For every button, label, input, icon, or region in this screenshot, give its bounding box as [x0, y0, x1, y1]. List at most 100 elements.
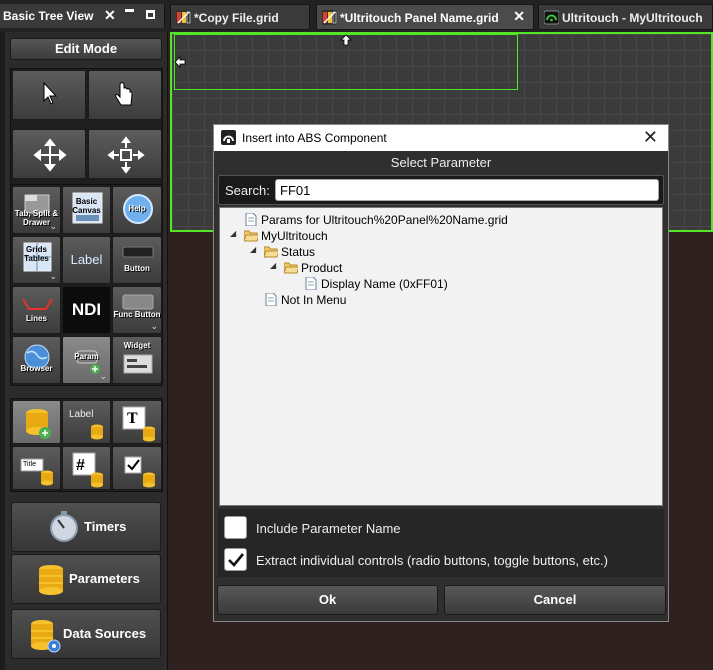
- tab-ultritouch-panel-name[interactable]: *Ultritouch Panel Name.grid ✕: [316, 4, 534, 30]
- tab-label: *Ultritouch Panel Name.grid: [340, 11, 499, 25]
- tab-label: Ultritouch - MyUltritouch: [562, 11, 703, 25]
- panel-restore-icon[interactable]: [146, 10, 155, 19]
- widget-button[interactable]: Widget: [112, 336, 162, 384]
- expanded-triangle-icon[interactable]: ◢: [230, 229, 236, 238]
- dialog-title: Insert into ABS Component: [242, 131, 387, 145]
- text-field-icon: T: [122, 406, 155, 442]
- grid-file-icon: [176, 10, 191, 25]
- number-field-icon: #: [72, 452, 103, 488]
- timers-button[interactable]: Timers: [11, 502, 161, 552]
- chevron-down-icon: ⌄: [49, 271, 57, 281]
- move-tool-button[interactable]: [12, 129, 86, 179]
- device-icon: [544, 10, 559, 25]
- search-row: Search:: [218, 175, 664, 205]
- svg-text:T: T: [127, 410, 138, 427]
- lines-caption: Lines: [26, 314, 47, 323]
- tool-panel: Edit Mode Tab, Split & Drawer ⌄ Basic Ca…: [0, 32, 168, 670]
- include-parameter-name-checkbox[interactable]: [224, 516, 247, 539]
- basic-canvas-caption: Basic Canvas: [72, 197, 101, 215]
- resize-tool-button[interactable]: [88, 129, 162, 179]
- tab-close-icon[interactable]: ✕: [513, 8, 525, 25]
- basic-canvas-button[interactable]: Basic Canvas: [62, 186, 111, 234]
- database-icon: [26, 409, 51, 439]
- pointer-tools: [10, 68, 163, 188]
- checkmark-icon: [228, 553, 245, 567]
- parameters-label: Parameters: [69, 571, 140, 586]
- panel-edge: [0, 32, 5, 670]
- dialog-titlebar: Insert into ABS Component ✕: [214, 125, 668, 151]
- parameters-button[interactable]: Parameters: [11, 554, 161, 604]
- folder-open-icon: [244, 230, 258, 242]
- resize-handle-left-icon[interactable]: [174, 56, 186, 68]
- param-db-button[interactable]: [12, 400, 61, 444]
- folder-open-icon: [264, 246, 278, 258]
- svg-text:#: #: [76, 457, 85, 474]
- param-checkbox-button[interactable]: [112, 446, 162, 490]
- grids-tables-button[interactable]: Grids Tables ⌄: [12, 236, 61, 284]
- tab-ultritouch-device[interactable]: Ultritouch - MyUltritouch: [538, 4, 713, 30]
- database-gear-icon: [31, 620, 61, 653]
- panel-close-icon[interactable]: ✕: [104, 7, 116, 24]
- extract-controls-checkbox[interactable]: [224, 548, 247, 571]
- param-tile-caption: Title: [23, 461, 36, 468]
- browser-caption: Browser: [20, 364, 53, 373]
- tab-copy-file[interactable]: *Copy File.grid: [170, 4, 310, 30]
- chevron-down-icon: ⌄: [49, 221, 57, 231]
- document-icon: [305, 277, 317, 290]
- grid-file-icon: [322, 10, 337, 25]
- dialog-close-icon[interactable]: ✕: [643, 127, 658, 148]
- data-sources-button[interactable]: Data Sources: [11, 609, 161, 659]
- help-button[interactable]: Help: [112, 186, 162, 234]
- param-text-button[interactable]: T: [112, 400, 162, 444]
- param-number-button[interactable]: #: [62, 446, 111, 490]
- label-widget-button[interactable]: Label: [62, 236, 111, 284]
- panel-minimize-icon[interactable]: [125, 9, 134, 12]
- param-label-button[interactable]: Label: [62, 400, 111, 444]
- cancel-button[interactable]: Cancel: [444, 585, 666, 615]
- include-parameter-name-label: Include Parameter Name: [256, 521, 401, 536]
- hand-pointer-icon: [115, 82, 133, 106]
- timers-label: Timers: [84, 519, 127, 534]
- tree-item-label: Status: [281, 245, 316, 259]
- folder-open-icon: [284, 262, 298, 274]
- widget-caption: Widget: [123, 341, 151, 350]
- stopwatch-icon: [50, 511, 78, 542]
- lines-button[interactable]: Lines: [12, 286, 61, 334]
- search-label: Search:: [225, 183, 270, 198]
- tree-item-label: Product: [301, 261, 343, 275]
- extract-controls-label: Extract individual controls (radio butto…: [256, 553, 608, 568]
- grids-tables-caption: Grids Tables: [24, 245, 49, 263]
- param-label-caption: Label: [69, 409, 94, 420]
- checkbox-icon: [124, 456, 155, 488]
- hand-tool-button[interactable]: [88, 70, 162, 120]
- tab-bar: Basic Tree View ✕ *Copy File.grid *Ultri…: [0, 0, 713, 32]
- dialog-subtitle: Select Parameter: [390, 155, 492, 170]
- tree-item-label: Not In Menu: [281, 293, 347, 307]
- arrow-pointer-icon: [43, 81, 58, 105]
- param-tile-button[interactable]: Title: [12, 446, 61, 490]
- tree-item-label: MyUltritouch: [261, 229, 328, 243]
- tree-item-label: Params for Ultritouch%20Panel%20Name.gri…: [261, 213, 508, 227]
- label-widget-caption: Label: [70, 252, 103, 267]
- database-icon: [91, 424, 103, 440]
- tab-split-drawer-button[interactable]: Tab, Split & Drawer ⌄: [12, 186, 61, 234]
- move-icon: [33, 138, 67, 172]
- select-arrow-button[interactable]: [12, 70, 86, 120]
- parameter-tree[interactable]: Params for Ultritouch%20Panel%20Name.gri…: [219, 207, 663, 506]
- func-button-button[interactable]: Func Button ⌄: [112, 286, 162, 334]
- button-widget-button[interactable]: Button: [112, 236, 162, 284]
- panel-header: Basic Tree View ✕: [0, 4, 165, 28]
- expanded-triangle-icon[interactable]: ◢: [270, 261, 276, 270]
- search-input[interactable]: [275, 179, 659, 201]
- ok-button[interactable]: Ok: [217, 585, 438, 615]
- resize-handle-top-icon[interactable]: [340, 34, 352, 46]
- chevron-down-icon: ⌄: [150, 321, 158, 331]
- param-caption: Param: [74, 352, 99, 361]
- help-caption: Help: [128, 204, 146, 213]
- document-icon: [245, 213, 257, 226]
- expanded-triangle-icon[interactable]: ◢: [250, 245, 256, 254]
- param-button[interactable]: Param ⌄: [62, 336, 111, 384]
- browser-button[interactable]: Browser: [12, 336, 61, 384]
- edit-mode-header: Edit Mode: [10, 38, 162, 60]
- ndi-button[interactable]: NDI: [62, 286, 111, 334]
